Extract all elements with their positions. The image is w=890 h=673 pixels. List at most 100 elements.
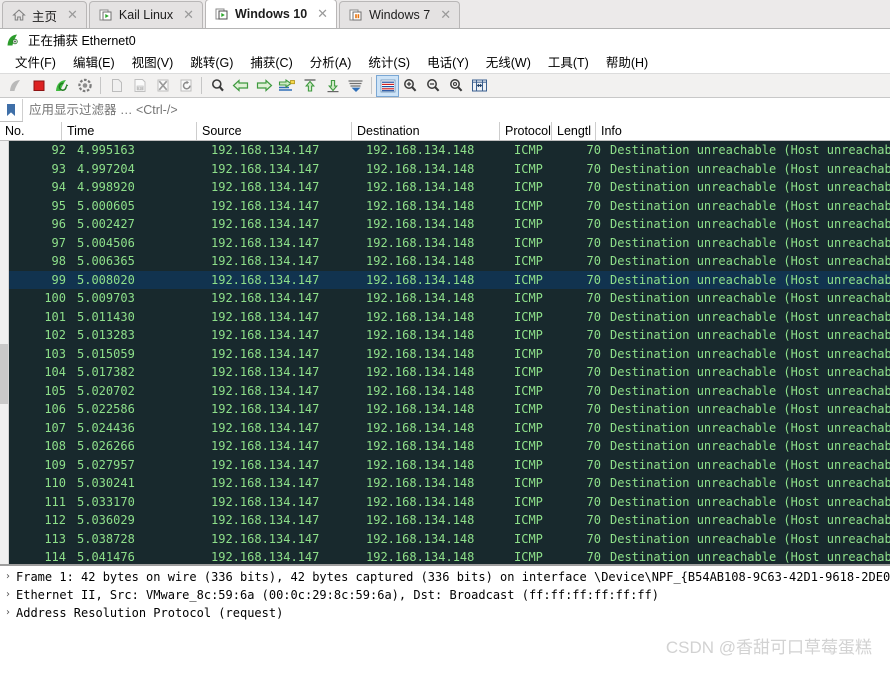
table-row[interactable]: 104 5.017382 192.168.134.147 192.168.134.14… [9, 363, 890, 382]
capture-options-icon[interactable] [73, 75, 96, 97]
table-row[interactable]: 112 5.036029 192.168.134.147 192.168.134.14… [9, 511, 890, 530]
cell-src: 192.168.134.147 [211, 217, 320, 231]
column-header-protocol[interactable]: Protocol [500, 122, 552, 140]
column-header-destination[interactable]: Destination [352, 122, 500, 140]
menu-file[interactable]: 文件(F) [7, 50, 65, 73]
open-file-icon[interactable] [105, 75, 128, 97]
start-capture-icon[interactable] [4, 75, 27, 97]
save-file-icon[interactable]: 010 [128, 75, 151, 97]
table-row[interactable]: 99 5.008020 192.168.134.147 192.168.134.148… [9, 270, 890, 289]
close-file-icon[interactable] [151, 75, 174, 97]
cell-dst: 192.168.134.148 [366, 180, 475, 194]
restart-capture-icon[interactable] [50, 75, 73, 97]
table-row[interactable]: 106 5.022586 192.168.134.147 192.168.134.14… [9, 400, 890, 419]
toolbar-separator [201, 77, 202, 94]
chevron-right-icon[interactable]: › [0, 568, 16, 586]
zoom-in-icon[interactable] [399, 75, 422, 97]
menu-go[interactable]: 跳转(G) [182, 50, 242, 73]
toolbar-separator [371, 77, 372, 94]
cell-src: 192.168.134.147 [211, 513, 320, 527]
packet-list-scrollbar[interactable] [0, 141, 9, 564]
cell-info: Destination unreachable (Host unreachabl… [610, 439, 890, 453]
go-forward-icon[interactable] [252, 75, 275, 97]
cell-info: Destination unreachable (Host unreachabl… [610, 494, 890, 509]
table-row[interactable]: 97 5.004506 192.168.134.147 192.168.134.148… [9, 234, 890, 253]
csdn-watermark: CSDN @香甜可口草莓蛋糕 [665, 638, 872, 657]
detail-row-ethernet[interactable]: › Ethernet II, Src: VMware_8c:59:6a (00:… [0, 586, 890, 604]
tab-windows-7[interactable]: Windows 7 ✕ [339, 1, 461, 28]
resize-columns-icon[interactable] [468, 75, 491, 97]
table-row[interactable]: 111 5.033170 192.168.134.147 192.168.134.14… [9, 493, 890, 512]
cell-pro: ICMP [514, 161, 543, 176]
close-icon[interactable]: ✕ [440, 9, 451, 22]
table-row[interactable]: 96 5.002427 192.168.134.147 192.168.134.148… [9, 215, 890, 234]
menu-capture[interactable]: 捕获(C) [242, 50, 301, 73]
zoom-reset-icon[interactable] [445, 75, 468, 97]
table-row[interactable]: 101 5.011430 192.168.134.147 192.168.134.14… [9, 308, 890, 327]
chevron-right-icon[interactable]: › [0, 604, 16, 622]
table-row[interactable]: 110 5.030241 192.168.134.147 192.168.134.14… [9, 474, 890, 493]
table-row[interactable]: 108 5.026266 192.168.134.147 192.168.134.14… [9, 437, 890, 456]
table-row[interactable]: 95 5.000605 192.168.134.147 192.168.134.148… [9, 197, 890, 216]
table-row[interactable]: 102 5.013283 192.168.134.147 192.168.134.14… [9, 326, 890, 345]
tab-home[interactable]: 主页 ✕ [2, 1, 87, 28]
menu-analyze[interactable]: 分析(A) [302, 50, 361, 73]
detail-row-frame[interactable]: › Frame 1: 42 bytes on wire (336 bits), … [0, 568, 890, 586]
tab-windows-10[interactable]: Windows 10 ✕ [205, 0, 338, 28]
table-row[interactable]: 98 5.006365 192.168.134.147 192.168.134.148… [9, 252, 890, 271]
table-row[interactable]: 114 5.041476 192.168.134.147 192.168.134.14… [9, 548, 890, 564]
menu-edit[interactable]: 编辑(E) [65, 50, 124, 73]
stop-capture-icon[interactable] [27, 75, 50, 97]
table-row[interactable]: 94 4.998920 192.168.134.147 192.168.134.148… [9, 178, 890, 197]
go-to-last-packet-icon[interactable] [321, 75, 344, 97]
menu-telephony[interactable]: 电话(Y) [419, 50, 478, 73]
table-row[interactable]: 93 4.997204 192.168.134.147 192.168.134.148… [9, 160, 890, 179]
auto-scroll-icon[interactable] [344, 75, 367, 97]
detail-row-arp[interactable]: › Address Resolution Protocol (request) [0, 604, 890, 622]
menu-wireless[interactable]: 无线(W) [478, 50, 540, 73]
column-header-no[interactable]: No. [0, 122, 62, 140]
column-header-source[interactable]: Source [197, 122, 352, 140]
close-icon[interactable]: ✕ [317, 8, 328, 21]
go-to-packet-icon[interactable] [275, 75, 298, 97]
cell-len: 70 [586, 235, 601, 250]
chevron-right-icon[interactable]: › [0, 586, 16, 604]
scrollbar-thumb[interactable] [0, 344, 8, 405]
table-row[interactable]: 113 5.038728 192.168.134.147 192.168.134.14… [9, 530, 890, 549]
table-row[interactable]: 105 5.020702 192.168.134.147 192.168.134.14… [9, 382, 890, 401]
close-icon[interactable]: ✕ [183, 9, 194, 22]
cell-len: 70 [586, 309, 601, 324]
table-row[interactable]: 92 4.995163 192.168.134.147 192.168.134.148… [9, 141, 890, 160]
cell-len: 70 [586, 550, 601, 564]
cell-len: 70 [586, 531, 601, 546]
reload-file-icon[interactable] [174, 75, 197, 97]
cell-time: 5.017382 [77, 365, 135, 379]
table-row[interactable]: 103 5.015059 192.168.134.147 192.168.134.14… [9, 345, 890, 364]
column-header-length[interactable]: Lengtl [552, 122, 596, 140]
cell-src: 192.168.134.147 [211, 161, 320, 176]
display-filter-input[interactable] [23, 97, 890, 122]
table-row[interactable]: 100 5.009703 192.168.134.147 192.168.134.14… [9, 289, 890, 308]
go-to-first-packet-icon[interactable] [298, 75, 321, 97]
column-header-time[interactable]: Time [62, 122, 197, 140]
tab-kali-linux[interactable]: Kail Linux ✕ [88, 1, 204, 28]
cell-len: 70 [586, 272, 601, 287]
close-icon[interactable]: ✕ [67, 9, 78, 22]
menu-view[interactable]: 视图(V) [124, 50, 183, 73]
table-row[interactable]: 109 5.027957 192.168.134.147 192.168.134.14… [9, 456, 890, 475]
menu-help[interactable]: 帮助(H) [598, 50, 657, 73]
filter-bookmark-icon[interactable] [0, 98, 23, 121]
go-back-icon[interactable] [229, 75, 252, 97]
colorize-packets-icon[interactable] [376, 74, 399, 97]
cell-pro: ICMP [514, 309, 543, 324]
cell-pro: ICMP [514, 254, 543, 268]
cell-pro: ICMP [514, 346, 543, 361]
cell-pro: ICMP [514, 365, 543, 379]
zoom-out-icon[interactable] [422, 75, 445, 97]
menu-statistics[interactable]: 统计(S) [360, 50, 419, 73]
find-packet-icon[interactable] [206, 75, 229, 97]
cell-no: 92 [51, 143, 66, 157]
column-header-info[interactable]: Info [596, 122, 890, 140]
table-row[interactable]: 107 5.024436 192.168.134.147 192.168.134.14… [9, 419, 890, 438]
menu-tools[interactable]: 工具(T) [540, 50, 598, 73]
